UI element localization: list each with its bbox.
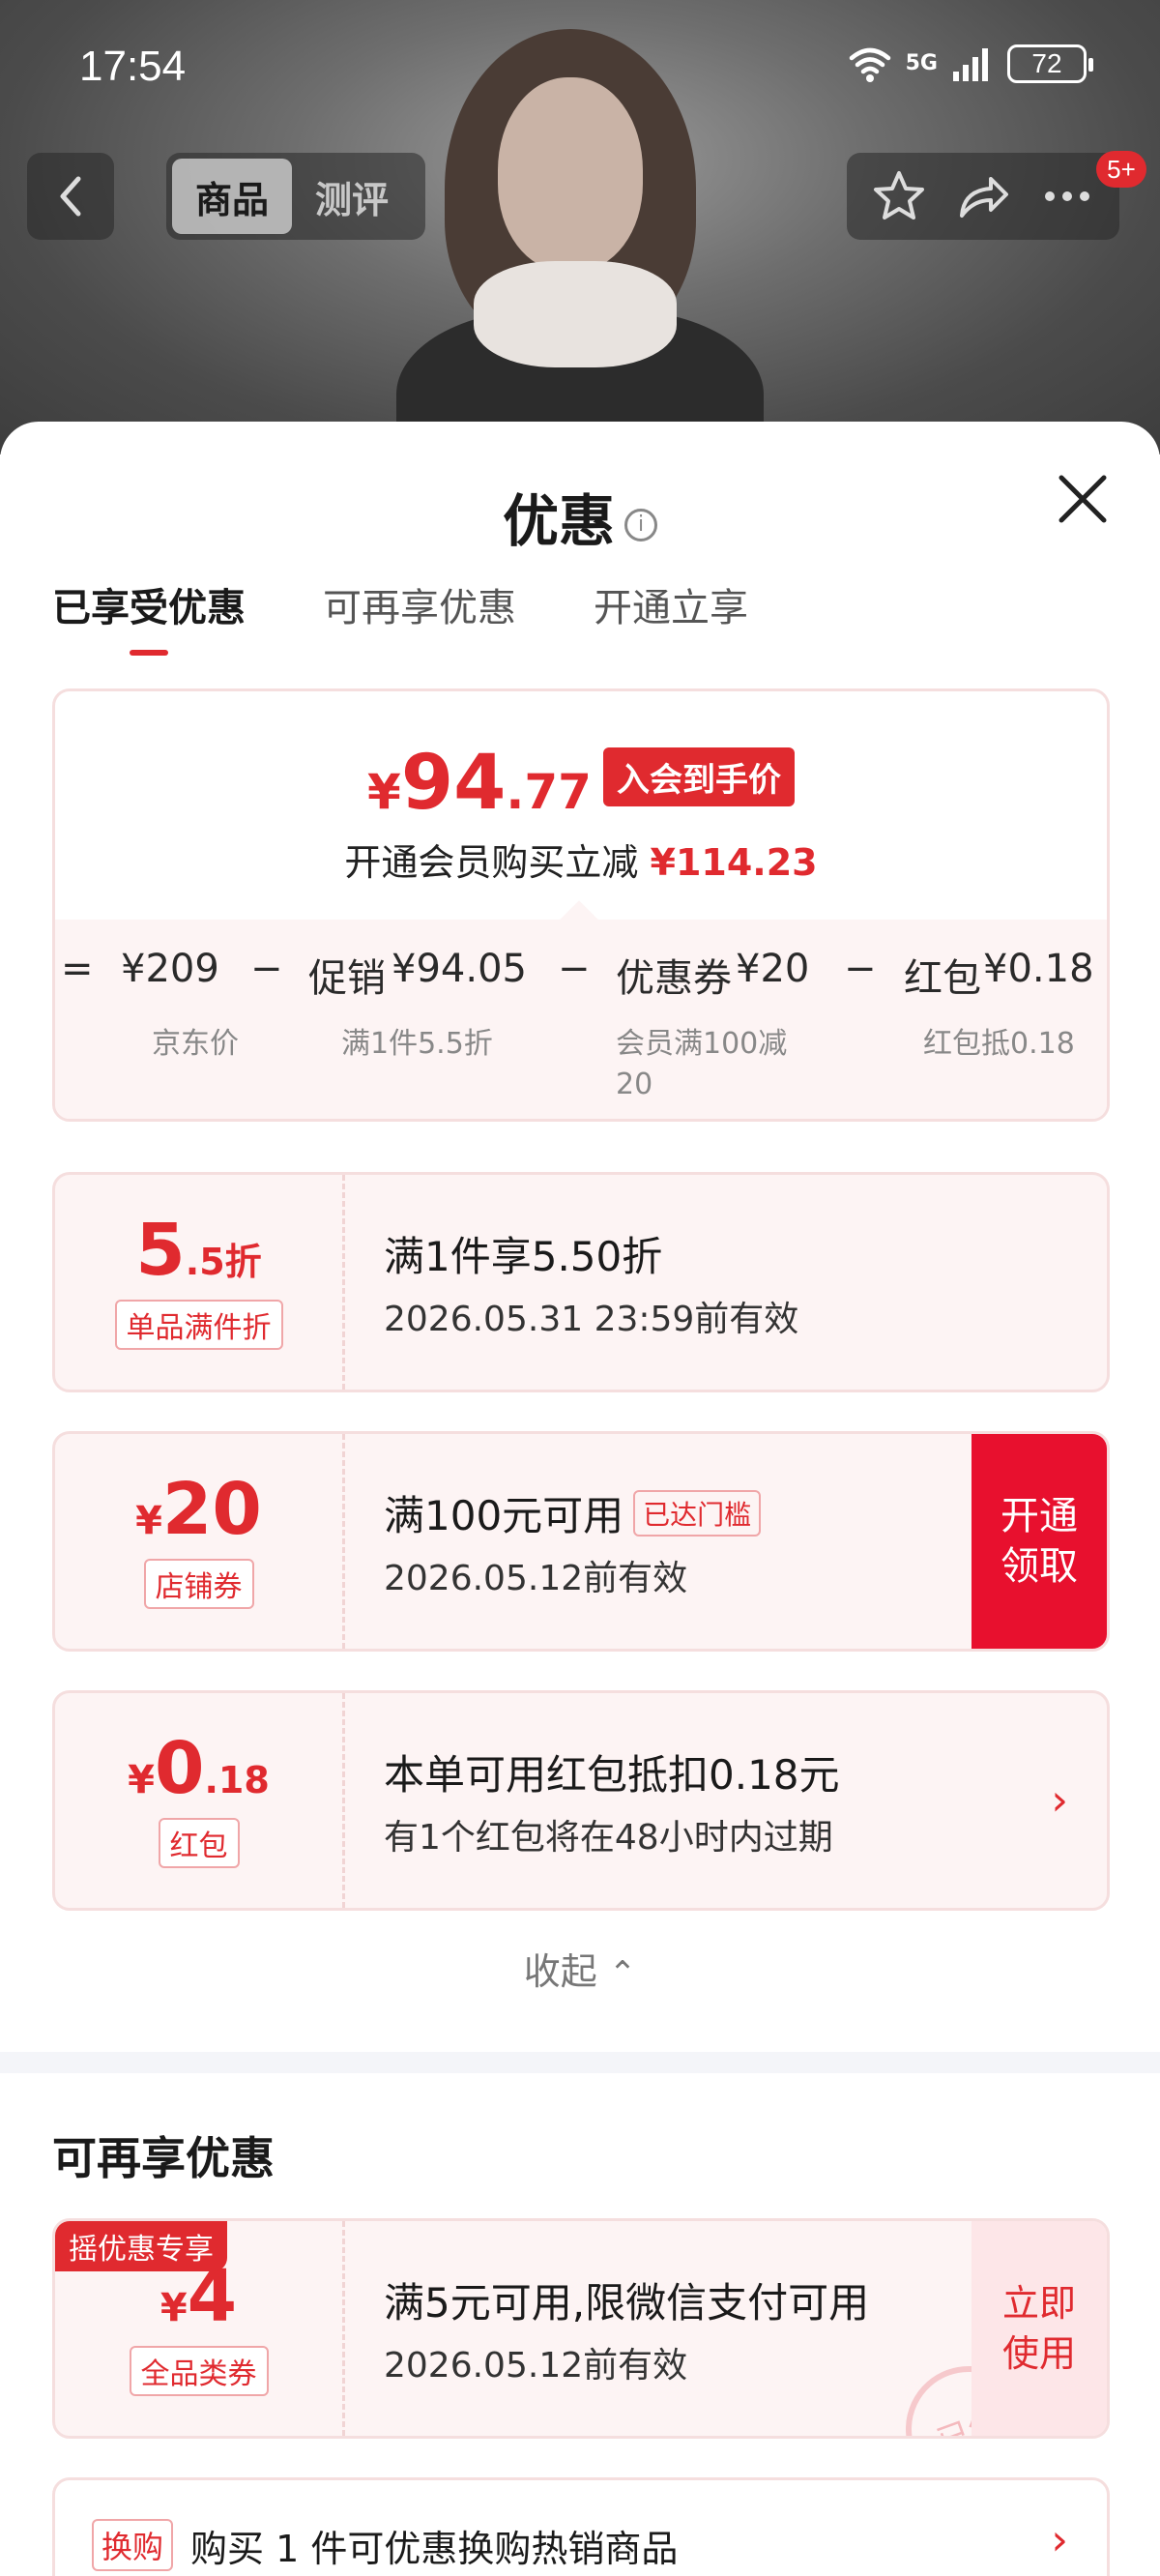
more-badge: 5+ xyxy=(1096,151,1146,188)
coupon-expiry: 2026.05.12前有效 xyxy=(384,2345,688,2386)
price-breakdown-row: = ¥209 − 促销 ¥94.05 − 优惠券 ¥20 − 红包 ¥0.18 … xyxy=(55,920,1107,1119)
tab-open-now[interactable]: 开通立享 xyxy=(594,576,748,632)
network-label: 5G xyxy=(905,51,938,75)
tab-product[interactable]: 商品 xyxy=(172,159,292,234)
coupon-type-label: 单品满件折 xyxy=(114,1300,283,1350)
coupon-value: ¥20 xyxy=(135,1468,262,1551)
discount-tabs: 已享受优惠 可再享优惠 开通立享 xyxy=(52,576,748,632)
exclusive-coupon[interactable]: ¥4 全品类券 摇优惠专享 满5元可用,限微信支付可用 2026.05.12前有… xyxy=(52,2218,1110,2439)
tab-enjoyed[interactable]: 已享受优惠 xyxy=(52,576,246,632)
sheet-title-row: 优惠 i xyxy=(0,476,1160,557)
swap-offer-card[interactable]: 换购 购买 1 件可优惠换购热销商品 › xyxy=(52,2477,1110,2576)
coupon-expiry: 2026.05.12前有效 xyxy=(384,1558,688,1598)
coupon-condition: 满1件享5.50折 xyxy=(384,1232,663,1280)
open-and-claim-button[interactable]: 开通领取 xyxy=(972,1434,1107,1649)
threshold-reached-tag: 已达门槛 xyxy=(633,1489,762,1537)
redpacket-coupon[interactable]: ¥0.18 红包 本单可用红包抵扣0.18元 有1个红包将在48小时内过期 › xyxy=(52,1690,1110,1911)
member-price: ¥94.77 入会到手价 xyxy=(55,740,1107,827)
coupon-expiry: 2026.05.31 23:59前有效 xyxy=(384,1299,799,1339)
coupon-value: ¥0.18 xyxy=(128,1727,270,1810)
swap-text: 购买 1 件可优惠换购热销商品 xyxy=(190,2528,679,2570)
tab-more-available[interactable]: 可再享优惠 xyxy=(323,576,516,632)
coupon-details: 满5元可用,限微信支付可用 2026.05.12前有效 xyxy=(384,2221,869,2436)
coupon-value: 5.5折 xyxy=(135,1209,262,1292)
status-icons: 5G 72 xyxy=(848,44,1093,83)
tab-review[interactable]: 测评 xyxy=(292,159,412,234)
product-tabs: 商品 测评 xyxy=(166,153,425,240)
promo-amount: ¥94.05 xyxy=(392,947,527,991)
nav-actions xyxy=(847,153,1119,240)
exclusive-ribbon: 摇优惠专享 xyxy=(55,2221,227,2271)
chevron-right-icon[interactable]: › xyxy=(1051,2516,1068,2565)
coupon-type-label: 全品类券 xyxy=(129,2346,269,2396)
coupon-type-label: 店铺券 xyxy=(143,1559,254,1609)
status-bar: 17:54 5G 72 xyxy=(0,0,1160,135)
coupon-value-area: 5.5折 单品满件折 xyxy=(55,1175,345,1390)
chevron-left-icon xyxy=(60,176,81,217)
redpacket-label: 红包 xyxy=(904,956,981,1001)
signal-icon xyxy=(953,48,988,81)
promo-note: 满1件5.5折 xyxy=(341,1027,493,1061)
sheet-title: 优惠 xyxy=(502,488,615,554)
more-offers-title: 可再享优惠 xyxy=(52,2132,275,2184)
coupon-condition: 满5元可用,限微信支付可用 xyxy=(384,2278,870,2327)
jd-price: ¥209 xyxy=(121,947,219,991)
coupon-details: 满1件享5.50折 2026.05.31 23:59前有效 xyxy=(384,1175,798,1390)
chevron-right-icon[interactable]: › xyxy=(1051,1776,1068,1826)
op-minus: − xyxy=(844,947,877,991)
op-equals: = xyxy=(61,947,94,991)
redpacket-amount: ¥0.18 xyxy=(983,947,1094,991)
coupon-label: 优惠券 xyxy=(616,956,732,1001)
shop-coupon[interactable]: ¥20 店铺券 满100元可用 已达门槛 2026.05.12前有效 开通领取 xyxy=(52,1431,1110,1652)
coupon-type-label: 红包 xyxy=(158,1818,240,1868)
coupon-note: 会员满100减20 xyxy=(616,1027,788,1101)
coupon-expiry: 有1个红包将在48小时内过期 xyxy=(384,1817,833,1858)
close-icon[interactable] xyxy=(1054,470,1112,528)
discount-coupon[interactable]: 5.5折 单品满件折 满1件享5.50折 2026.05.31 23:59前有效 xyxy=(52,1172,1110,1392)
coupon-amount: ¥20 xyxy=(736,947,810,991)
coupon-details: 本单可用红包抵扣0.18元 有1个红包将在48小时内过期 xyxy=(384,1693,840,1908)
info-icon[interactable]: i xyxy=(624,508,657,542)
promo-label: 促销 xyxy=(308,956,386,1001)
status-time: 17:54 xyxy=(79,43,187,90)
chevron-up-icon: ⌃ xyxy=(608,1954,637,1993)
op-minus: − xyxy=(250,947,283,991)
saving-amount: ¥114.23 xyxy=(650,841,818,884)
price-integer: 94 xyxy=(400,740,507,827)
coupon-details: 满100元可用 已达门槛 2026.05.12前有效 xyxy=(384,1434,762,1649)
price-decimal: .77 xyxy=(506,764,592,820)
coupon-condition: 满100元可用 xyxy=(384,1491,624,1539)
coupon-value-area: ¥0.18 红包 xyxy=(55,1693,345,1908)
coupon-value: ¥4 xyxy=(160,2255,238,2338)
battery-indicator: 72 xyxy=(1007,44,1093,83)
price-tag: 入会到手价 xyxy=(602,747,795,806)
back-button[interactable] xyxy=(27,153,114,240)
coupon-value-area: ¥20 店铺券 xyxy=(55,1434,345,1649)
coupon-condition: 本单可用红包抵扣0.18元 xyxy=(384,1750,840,1799)
star-icon[interactable] xyxy=(870,167,928,225)
wifi-icon xyxy=(849,47,890,82)
price-breakdown-card: ¥94.77 入会到手价 开通会员购买立减 ¥114.23 = ¥209 − 促销… xyxy=(52,688,1110,1122)
op-minus: − xyxy=(558,947,591,991)
redpacket-note: 红包抵0.18 xyxy=(923,1027,1075,1061)
discount-sheet: 优惠 i 已享受优惠 可再享优惠 开通立享 ¥94.77 入会到手价 开通会员购买立… xyxy=(0,422,1160,2576)
swap-tag: 换购 xyxy=(92,2519,174,2571)
use-now-button[interactable]: 立即使用 xyxy=(972,2221,1107,2436)
share-icon[interactable] xyxy=(954,167,1012,225)
section-divider xyxy=(0,2052,1160,2073)
price-subtitle: 开通会员购买立减 ¥114.23 xyxy=(344,841,818,884)
collapse-button[interactable]: 收起 ⌃ xyxy=(0,1942,1160,1995)
jd-price-note: 京东价 xyxy=(152,1027,239,1061)
more-icon[interactable] xyxy=(1038,167,1096,225)
